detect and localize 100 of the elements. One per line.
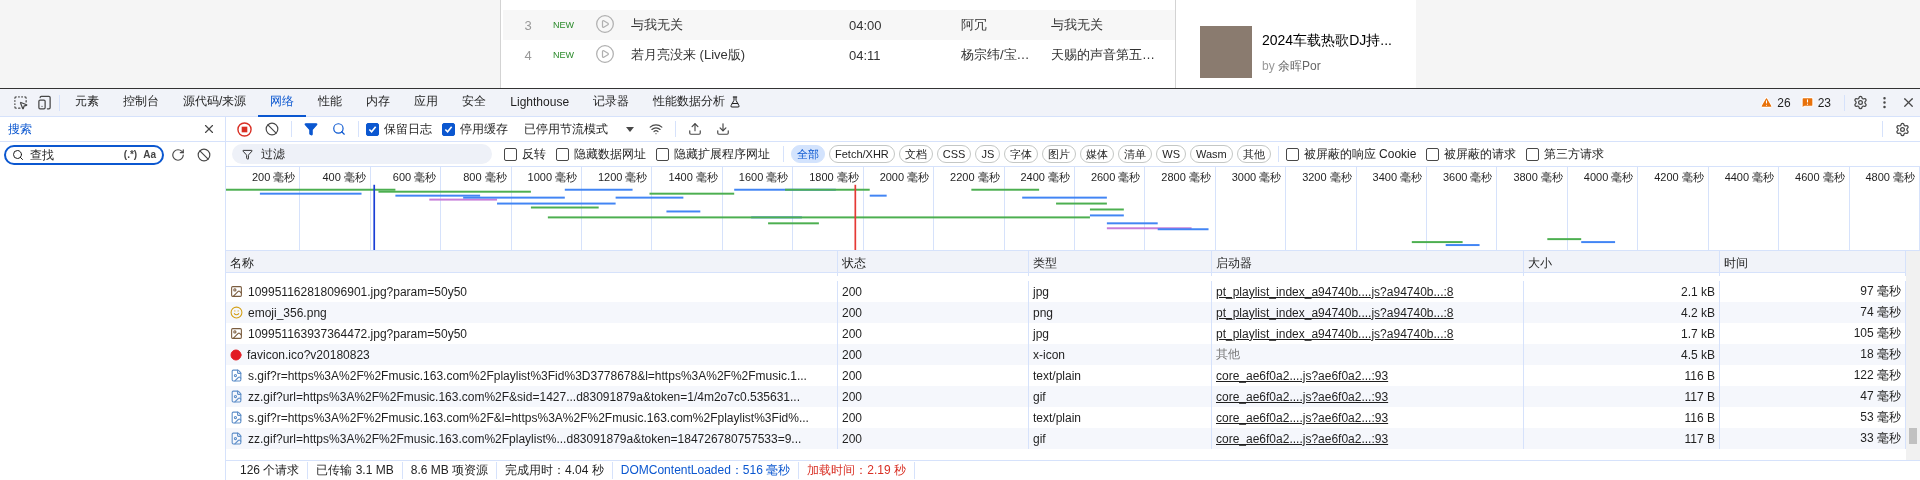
file-image-icon: [230, 390, 243, 403]
checkbox-option[interactable]: 隐藏扩展程序网址: [656, 145, 770, 163]
time-tick-label: 1200 毫秒: [597, 171, 648, 183]
song-artist[interactable]: 杨宗纬/宝…: [961, 46, 1051, 64]
issue-icon[interactable]: [1800, 96, 1814, 109]
column-header[interactable]: 启动器: [1212, 251, 1524, 276]
panel-tab[interactable]: 网络: [258, 88, 307, 117]
column-header[interactable]: 类型: [1029, 251, 1212, 276]
request-name: 109951162818096901.jpg?param=50y50: [248, 284, 467, 299]
filter-box[interactable]: 过滤: [232, 144, 492, 164]
initiator-link[interactable]: core_ae6f0a2....js?ae6f0a2...:93: [1216, 389, 1389, 404]
search-tab[interactable]: 搜索: [8, 120, 32, 138]
type-filter-chip[interactable]: CSS: [936, 145, 972, 163]
playlist-author[interactable]: 余晖Por: [1278, 59, 1321, 73]
checkbox-option[interactable]: 停用缓存: [442, 120, 508, 138]
type-filter-chip[interactable]: 图片: [1042, 145, 1077, 163]
regex-toggle[interactable]: (.*): [123, 149, 138, 160]
type-filter-chip[interactable]: 清单: [1118, 145, 1153, 163]
file-image-icon: [230, 432, 243, 445]
request-row[interactable]: zz.gif?url=https%3A%2F%2Fmusic.163.com%2Fplaylist%...d83091879a&token=184726780757533=9... 200 gif core_ae6f0a2....js?ae6f0a2...:93 117 B 33 毫秒: [226, 428, 1906, 449]
checkbox-option[interactable]: 被屏蔽的响应 Cookie: [1285, 145, 1417, 163]
song-album[interactable]: 天赐的声音第五…: [1051, 46, 1171, 64]
checkbox[interactable]: [504, 147, 517, 161]
checkbox-option[interactable]: 第三方请求: [1526, 145, 1605, 163]
track-number: 4: [523, 47, 533, 63]
checkbox-option[interactable]: 被屏蔽的请求: [1426, 145, 1517, 163]
search-box[interactable]: 查找 (.*) Aa: [4, 144, 164, 165]
type-filter-chip[interactable]: 其他: [1236, 145, 1271, 163]
initiator-link[interactable]: core_ae6f0a2....js?ae6f0a2...:93: [1216, 368, 1389, 383]
initiator-link[interactable]: core_ae6f0a2....js?ae6f0a2...:93: [1216, 410, 1389, 425]
panel-tab[interactable]: 性能数据分析: [641, 88, 754, 117]
song-row[interactable]: 3 NEW 与我无关 04:00 阿冗 与我无关: [503, 10, 1175, 40]
request-name: s.gif?r=https%3A%2F%2Fmusic.163.com%2F&l=https%3A%2F%2Fmusic.163.com%2Fplaylist%3Fid%...: [248, 410, 809, 425]
panel-tab[interactable]: 内存: [354, 88, 403, 117]
panel-tab[interactable]: 安全: [450, 88, 499, 117]
checkbox-option[interactable]: 反转: [504, 145, 546, 163]
checkbox[interactable]: [1285, 147, 1299, 161]
time-tick-label: 1400 毫秒: [668, 171, 718, 183]
time-tick-label: 2200 毫秒: [950, 171, 1000, 183]
type-filter-chip[interactable]: 字体: [1004, 145, 1039, 163]
song-title[interactable]: 与我无关: [631, 16, 849, 34]
filter-field[interactable]: 过滤: [261, 147, 482, 161]
panel-tab[interactable]: 元素: [63, 88, 111, 117]
column-header[interactable]: 状态: [838, 251, 1029, 276]
type-filter-chip[interactable]: WS: [1156, 145, 1186, 163]
time-tick-label: 4000 毫秒: [1583, 171, 1634, 183]
checkbox[interactable]: [1526, 147, 1540, 161]
initiator-link[interactable]: core_ae6f0a2....js?ae6f0a2...:93: [1216, 431, 1389, 446]
request-name: favicon.ico?v20180823: [247, 347, 370, 362]
type-filter-chip[interactable]: Fetch/XHR: [829, 145, 895, 163]
column-header[interactable]: 名称: [226, 251, 838, 276]
song-title[interactable]: 若月亮没来 (Live版): [631, 46, 849, 64]
panel-tab[interactable]: 源代码/来源: [171, 88, 259, 117]
time-tick-label: 400 毫秒: [322, 171, 366, 183]
initiator-link[interactable]: pt_playlist_index_a94740b....js?a94740b...:8: [1216, 326, 1454, 341]
time-tick-label: 200 毫秒: [252, 171, 296, 183]
request-row[interactable]: zz.gif?url=https%3A%2F%2Fmusic.163.com%2F&sid=1427...d83091879a&token=1/4m2o7c0.535631... 200 gif core_ae6f0a2....js?ae6f0a2...:93 117 B 47 毫秒: [226, 386, 1906, 407]
time-tick-label: 3800 毫秒: [1513, 171, 1563, 183]
match-case-toggle[interactable]: Aa: [143, 149, 156, 160]
by-label: by: [1262, 59, 1275, 73]
playlist-title[interactable]: 2024车载热歌DJ持...: [1262, 32, 1392, 50]
warning-count[interactable]: 26: [1777, 95, 1791, 110]
file-image-icon: [230, 369, 243, 382]
time-tick-label: 800 毫秒: [463, 171, 507, 183]
caret-icon: [626, 126, 634, 132]
song-album[interactable]: 与我无关: [1051, 16, 1171, 34]
throttling-dropdown[interactable]: 已停用节流模式: [518, 120, 640, 138]
panel-tab[interactable]: 记录器: [581, 88, 642, 117]
time-tick-label: 4200 毫秒: [1654, 171, 1704, 183]
panel-tab[interactable]: Lighthouse: [498, 88, 582, 117]
search-field[interactable]: 查找: [30, 147, 118, 162]
type-filter-chip[interactable]: 媒体: [1080, 145, 1115, 163]
type-filter-chip[interactable]: 文档: [898, 145, 933, 163]
type-filter-chip[interactable]: 全部: [791, 145, 825, 163]
column-header[interactable]: 大小: [1524, 251, 1720, 276]
checkbox[interactable]: [656, 147, 669, 161]
request-name: s.gif?r=https%3A%2F%2Fmusic.163.com%2Fplaylist%3Fid%3D3778678&l=https%3A%2F%2Fmusic.1...: [248, 368, 807, 383]
request-row[interactable]: emoji_356.png 200 png pt_playlist_index_a94740b....js?a94740b...:8 4.2 kB 74 毫秒: [226, 302, 1906, 323]
checkbox[interactable]: [1426, 147, 1440, 161]
image-icon: [230, 285, 243, 298]
song-artist[interactable]: 阿冗: [961, 16, 1051, 34]
checkbox[interactable]: [556, 147, 569, 161]
checkbox-option[interactable]: 保留日志: [366, 120, 432, 138]
time-tick-label: 4800 毫秒: [1865, 171, 1915, 183]
panel-tab[interactable]: 控制台: [111, 88, 171, 117]
warning-icon[interactable]: [1760, 96, 1774, 109]
initiator-link[interactable]: pt_playlist_index_a94740b....js?a94740b...:8: [1216, 284, 1454, 299]
type-filter-chip[interactable]: JS: [975, 145, 1001, 163]
checkbox[interactable]: [366, 122, 379, 136]
panel-tab[interactable]: 性能: [306, 88, 355, 117]
time-tick-label: 600 毫秒: [392, 171, 437, 183]
scrollbar[interactable]: [1906, 251, 1920, 460]
type-filter-chip[interactable]: Wasm: [1190, 145, 1233, 163]
checkbox[interactable]: [442, 122, 455, 136]
issue-count[interactable]: 23: [1817, 95, 1831, 110]
initiator-link[interactable]: pt_playlist_index_a94740b....js?a94740b...:8: [1216, 305, 1454, 320]
panel-tab[interactable]: 应用: [402, 88, 451, 117]
checkbox-option[interactable]: 隐藏数据网址: [556, 145, 646, 163]
time-tick-label: 1000 毫秒: [527, 171, 578, 183]
request-row[interactable]: favicon.ico?v20180823 200 x-icon 其他 4.5 kB 18 毫秒: [226, 344, 1906, 365]
